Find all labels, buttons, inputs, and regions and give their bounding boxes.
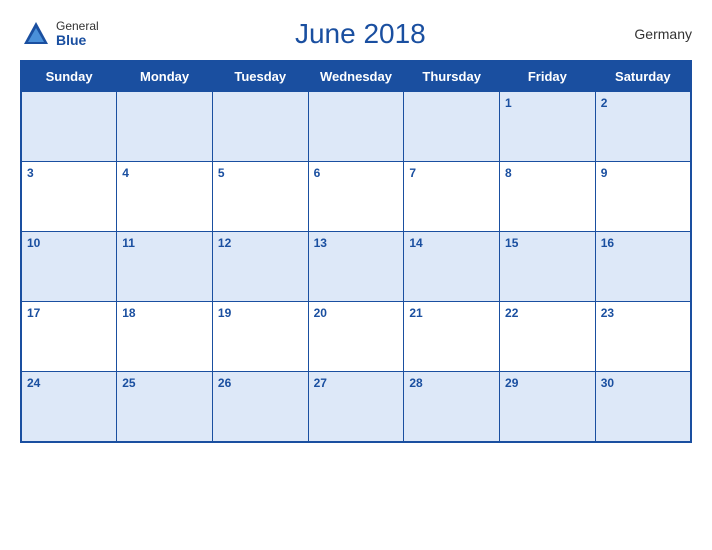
calendar-cell: 1: [500, 92, 596, 162]
calendar-cell: 24: [21, 372, 117, 442]
day-number: 24: [27, 376, 40, 390]
day-number: 28: [409, 376, 422, 390]
day-number: 4: [122, 166, 129, 180]
logo-text: General Blue: [56, 20, 99, 49]
calendar-cell: [404, 92, 500, 162]
day-number: 20: [314, 306, 327, 320]
day-number: 14: [409, 236, 422, 250]
calendar-cell: 18: [117, 302, 213, 372]
calendar-cell: 13: [308, 232, 404, 302]
day-number: 5: [218, 166, 225, 180]
calendar-week-row: 3 4 5 6 7 8 9: [21, 162, 691, 232]
calendar-cell: 2: [595, 92, 691, 162]
day-header-friday: Friday: [500, 61, 596, 92]
day-number: 17: [27, 306, 40, 320]
calendar-cell: 28: [404, 372, 500, 442]
day-number: 10: [27, 236, 40, 250]
day-number: 2: [601, 96, 608, 110]
calendar-cell: 17: [21, 302, 117, 372]
calendar-cell: 9: [595, 162, 691, 232]
day-number: 6: [314, 166, 321, 180]
day-number: 16: [601, 236, 614, 250]
day-number: 30: [601, 376, 614, 390]
day-header-wednesday: Wednesday: [308, 61, 404, 92]
day-number: 12: [218, 236, 231, 250]
calendar-cell: 16: [595, 232, 691, 302]
day-number: 21: [409, 306, 422, 320]
calendar-cell: 7: [404, 162, 500, 232]
calendar-cell: 15: [500, 232, 596, 302]
calendar-week-row: 24 25 26 27 28 29 30: [21, 372, 691, 442]
calendar-cell: 23: [595, 302, 691, 372]
calendar-page: General Blue June 2018 Germany SundayMon…: [0, 0, 712, 550]
calendar-cell: [117, 92, 213, 162]
calendar-cell: 5: [212, 162, 308, 232]
day-number: 15: [505, 236, 518, 250]
calendar-cell: 4: [117, 162, 213, 232]
calendar-cell: 20: [308, 302, 404, 372]
calendar-header: SundayMondayTuesdayWednesdayThursdayFrid…: [21, 61, 691, 92]
header: General Blue June 2018 Germany: [20, 18, 692, 50]
calendar-cell: 22: [500, 302, 596, 372]
calendar-cell: 29: [500, 372, 596, 442]
calendar-cell: 10: [21, 232, 117, 302]
day-number: 23: [601, 306, 614, 320]
day-number: 22: [505, 306, 518, 320]
calendar-cell: 11: [117, 232, 213, 302]
day-number: 25: [122, 376, 135, 390]
day-number: 7: [409, 166, 416, 180]
calendar-cell: 19: [212, 302, 308, 372]
day-number: 27: [314, 376, 327, 390]
logo-blue-text: Blue: [56, 33, 99, 48]
calendar-cell: 6: [308, 162, 404, 232]
day-number: 9: [601, 166, 608, 180]
logo: General Blue: [20, 18, 99, 50]
calendar-cell: 3: [21, 162, 117, 232]
calendar-cell: 21: [404, 302, 500, 372]
calendar-cell: [21, 92, 117, 162]
day-number: 29: [505, 376, 518, 390]
day-number: 26: [218, 376, 231, 390]
day-number: 19: [218, 306, 231, 320]
day-number: 18: [122, 306, 135, 320]
calendar-week-row: 12: [21, 92, 691, 162]
day-header-thursday: Thursday: [404, 61, 500, 92]
country-label: Germany: [622, 26, 692, 42]
calendar-cell: [308, 92, 404, 162]
day-number: 1: [505, 96, 512, 110]
calendar-cell: 27: [308, 372, 404, 442]
calendar-cell: 12: [212, 232, 308, 302]
calendar-cell: 25: [117, 372, 213, 442]
day-header-monday: Monday: [117, 61, 213, 92]
logo-icon: [20, 18, 52, 50]
day-header-tuesday: Tuesday: [212, 61, 308, 92]
calendar-table: SundayMondayTuesdayWednesdayThursdayFrid…: [20, 60, 692, 443]
logo-general-text: General: [56, 20, 99, 33]
days-header-row: SundayMondayTuesdayWednesdayThursdayFrid…: [21, 61, 691, 92]
day-number: 8: [505, 166, 512, 180]
day-header-saturday: Saturday: [595, 61, 691, 92]
calendar-cell: 8: [500, 162, 596, 232]
calendar-cell: 26: [212, 372, 308, 442]
calendar-body: 1234567891011121314151617181920212223242…: [21, 92, 691, 442]
day-number: 13: [314, 236, 327, 250]
day-header-sunday: Sunday: [21, 61, 117, 92]
calendar-cell: 30: [595, 372, 691, 442]
calendar-title: June 2018: [99, 18, 622, 50]
calendar-week-row: 10 11 12 13 14 15 16: [21, 232, 691, 302]
calendar-cell: 14: [404, 232, 500, 302]
day-number: 11: [122, 236, 135, 250]
calendar-cell: [212, 92, 308, 162]
calendar-week-row: 17 18 19 20 21 22 23: [21, 302, 691, 372]
day-number: 3: [27, 166, 34, 180]
